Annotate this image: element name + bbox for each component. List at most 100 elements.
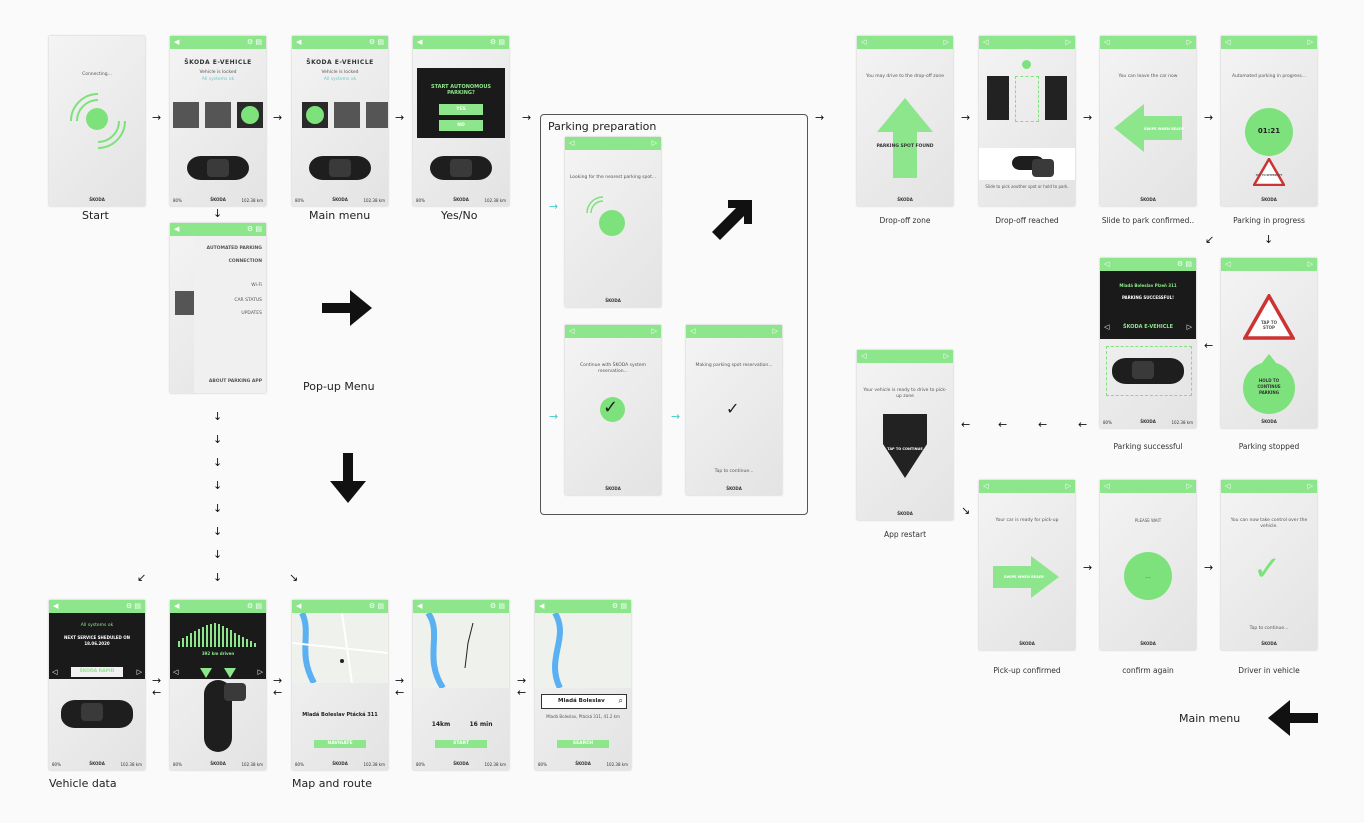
pickup-confirmed-screen: ◁ ▷ Your car is ready for pick-up SWIPE W…	[979, 480, 1075, 650]
car-image	[309, 156, 371, 180]
model-carousel[interactable]: ◁ ŠKODA RAPID ▷	[49, 665, 145, 679]
map-screen: ◀ ⚙ ▤ Mladá Boleslav Ptácká 311 NAVIGATE …	[292, 600, 388, 770]
flow-arrow: →	[815, 111, 825, 124]
skoda-logo: ŠKODA	[89, 197, 105, 202]
yes-button[interactable]: YES	[439, 104, 483, 115]
start-route-button[interactable]: START	[435, 740, 487, 748]
stop-warning-icon[interactable]	[1243, 294, 1295, 340]
flow-arrow: ←	[1204, 339, 1214, 352]
flow-arrow: →	[152, 674, 162, 687]
caption-parking-in-progress: Parking in progress	[1233, 216, 1305, 225]
flow-arrow: ←	[152, 686, 162, 699]
parking-tile[interactable]	[302, 102, 328, 128]
locked-text: Vehicle is locked	[199, 70, 237, 75]
caption-map-and-route: Map and route	[292, 777, 372, 790]
parking-tile[interactable]	[237, 102, 263, 128]
panel-title: Parking preparation	[548, 120, 657, 133]
flow-arrow: ↙	[137, 571, 147, 584]
flow-arrow: ↓	[213, 571, 223, 584]
garage-tile[interactable]	[334, 102, 360, 128]
flow-arrow: ↓	[213, 502, 223, 515]
flow-arrow: ↓	[213, 410, 223, 423]
caption-main-menu-return: Main menu	[1179, 712, 1241, 725]
caption-start: Start	[82, 209, 109, 222]
caption-vehicle-data: Vehicle data	[49, 777, 117, 790]
status-tile	[175, 291, 194, 315]
signal-icon	[70, 93, 126, 149]
map-view[interactable]	[292, 613, 388, 683]
flow-arrow: →	[395, 674, 405, 687]
big-diagonal-arrow	[712, 200, 752, 240]
flow-arrow: ↓	[1264, 233, 1274, 246]
flow-arrow: ←	[961, 418, 971, 431]
car-image	[61, 700, 133, 728]
navigate-button[interactable]: NAVIGATE	[314, 740, 366, 748]
search-button[interactable]: SEARCH	[557, 740, 609, 748]
warning-icon[interactable]	[1253, 158, 1285, 186]
looking-screen: ◁ ▷ Looking for the nearest parking spot.…	[565, 137, 661, 307]
flow-arrow: →	[273, 674, 283, 687]
location-tile[interactable]	[205, 102, 231, 128]
search-screen: ◀ ⚙ ▤ Mladá Boleslav ⌕ Mladá Boleslav, Pt…	[535, 600, 631, 770]
caption-driver-in-vehicle: Driver in vehicle	[1238, 666, 1300, 675]
car-top-view	[204, 680, 246, 752]
flow-arrow: ↓	[213, 525, 223, 538]
flow-arrow: ←	[273, 686, 283, 699]
flow-arrow: →	[1204, 111, 1214, 124]
up-arrow-icon	[877, 98, 933, 178]
drop-off-zone-screen: ◁ ▷ You may drive to the drop-off zone PA…	[857, 36, 953, 206]
check-icon: ✓	[1253, 549, 1282, 589]
caption-popup-menu: Pop-up Menu	[303, 380, 375, 393]
timer: 01:21	[1257, 127, 1281, 135]
flow-arrow: →	[152, 111, 162, 124]
flow-arrow: →	[273, 111, 283, 124]
flow-arrow: →	[549, 410, 559, 423]
route-screen: ◀ ⚙ ▤ 14km 16 min START 80% ŠKODA 102.38 km	[413, 600, 509, 770]
continue-reservation-screen: ◁ ▷ Continue with ŠKODA system reservatio…	[565, 325, 661, 495]
caption-drop-off-zone: Drop-off zone	[879, 216, 931, 225]
consumption-chart	[178, 623, 256, 647]
search-field[interactable]: Mladá Boleslav ⌕	[541, 694, 627, 709]
search-icon: ⌕	[618, 696, 623, 705]
caption-pickup-confirmed: Pick-up confirmed	[993, 666, 1061, 675]
tire-triangles	[200, 668, 236, 678]
flow-arrow: →	[517, 674, 527, 687]
brand-title: ŠKODA E-VEHICLE	[184, 59, 252, 66]
slide-to-park-screen: ◁ ▷ You can leave the car now SWIPE WHEN …	[1100, 36, 1196, 206]
home-screen: ◀ ⚙ ▤ ŠKODA E-VEHICLE Vehicle is locked A…	[170, 36, 266, 206]
flow-arrow: ↓	[213, 207, 223, 220]
info-tile[interactable]	[366, 102, 388, 128]
status-tile[interactable]	[173, 102, 199, 128]
flow-arrow: ←	[395, 686, 405, 699]
check-icon: ✓	[726, 399, 740, 418]
flow-arrow: →	[549, 200, 559, 213]
menu-overlay: AUTOMATED PARKING CONNECTION Wi-Fi CAR S…	[194, 236, 266, 393]
flow-arrow: ←	[517, 686, 527, 699]
selected-spot[interactable]	[1015, 76, 1039, 122]
flow-arrow: →	[1204, 561, 1214, 574]
big-down-arrow	[330, 453, 366, 503]
flow-arrow: ↓	[213, 479, 223, 492]
flow-arrow: ↓	[213, 548, 223, 561]
parking-stopped-screen: ◁ ▷ TAP TO STOP HOLD TO CONTINUE PARKING …	[1221, 258, 1317, 428]
parking-in-progress-screen: ◁ ▷ Automated parking in progress... 01:2…	[1221, 36, 1317, 206]
flow-arrow: →	[961, 111, 971, 124]
vehicle-stats-screen: ◀ ⚙ ▤ 392 km driven ◁ ▷ 80% ŠKODA 102.38 km	[170, 600, 266, 770]
caption-main-menu: Main menu	[309, 209, 371, 222]
flow-arrow: ↓	[213, 456, 223, 469]
flow-arrow: →	[522, 111, 532, 124]
drop-off-reached-screen: ◁ ▷ Slide to pick another spot or hold to…	[979, 36, 1075, 206]
systems-ok-text: All systems ok	[201, 77, 235, 82]
check-icon: ✓	[603, 397, 619, 418]
car-image	[187, 156, 249, 180]
no-button[interactable]: NO	[439, 120, 483, 131]
flow-arrow: ↓	[213, 433, 223, 446]
flow-arrow: ←	[1078, 418, 1088, 431]
route-map[interactable]	[413, 613, 509, 688]
popup-menu-screen: ◀ ⚙ ▤ AUTOMATED PARKING CONNECTION Wi-Fi …	[170, 223, 266, 393]
flow-arrow: →	[671, 410, 681, 423]
flow-arrow: ↘	[961, 504, 971, 517]
app-restart-screen: ◁ ▷ Your vehicle is ready to drive to pic…	[857, 350, 953, 520]
caption-yes-no: Yes/No	[441, 209, 478, 222]
flow-arrow: →	[1083, 111, 1093, 124]
